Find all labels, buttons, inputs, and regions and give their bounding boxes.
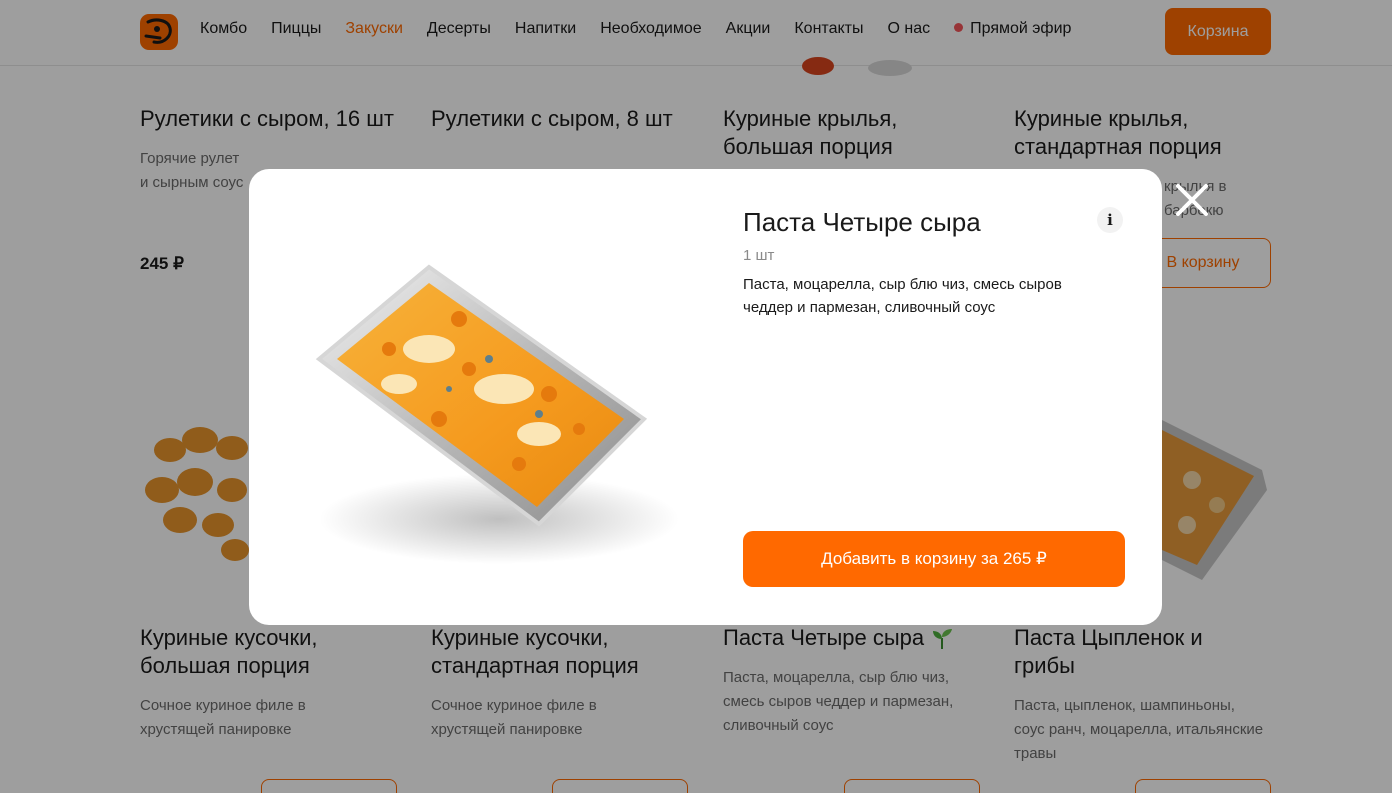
product-modal: Паста Четыре сыра i 1 шт Паста, моцарелл…: [249, 169, 1162, 625]
close-icon[interactable]: [1172, 180, 1212, 220]
modal-title: Паста Четыре сыра: [743, 207, 981, 237]
portion-size: 1 шт: [743, 247, 775, 264]
info-button[interactable]: i: [1097, 207, 1123, 233]
add-to-cart-button[interactable]: Добавить в корзину за 265 ₽: [743, 531, 1125, 587]
modal-description: Паста, моцарелла, сыр блю чиз, смесь сыр…: [743, 276, 1062, 316]
product-image: [315, 264, 679, 564]
